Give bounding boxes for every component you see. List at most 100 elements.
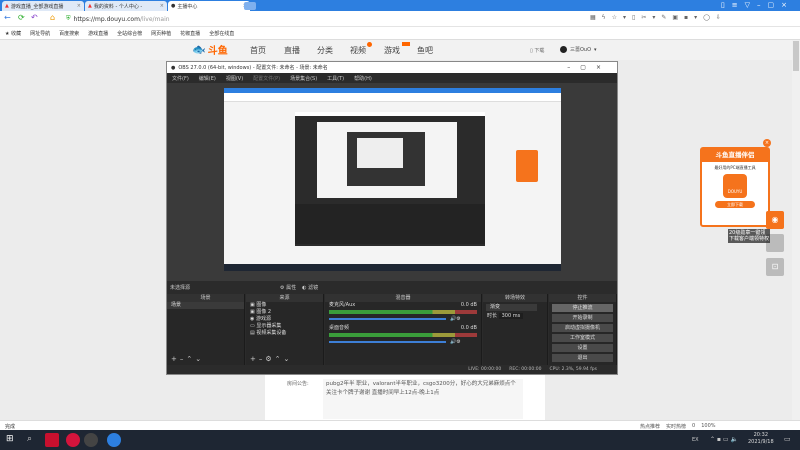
nested-ad <box>516 150 538 182</box>
studio-mode-button[interactable]: 工作室模式 <box>552 334 613 342</box>
tab-game-live[interactable]: ▲ 游戏直播_全部游戏直播 × <box>2 1 84 11</box>
taskbar-app-netease[interactable] <box>66 433 80 447</box>
douyu-icon: ● <box>171 3 176 9</box>
bookmark-favorites[interactable]: ★ 收藏 <box>5 30 21 37</box>
bookmark-item[interactable]: 网页种植 <box>151 30 171 37</box>
nav-category[interactable]: 分类 <box>317 45 333 56</box>
new-tab-button[interactable] <box>244 2 256 10</box>
bookmark-item[interactable]: 花椒直播 <box>180 30 200 37</box>
input-language[interactable]: EX <box>692 437 699 443</box>
companion-ad-card[interactable]: 斗鱼直播伴侣 最好用的PC端直播工具 DOUYU 立即下载 <box>700 147 770 227</box>
announcement-text[interactable]: pubg2年半 职业，valorant半年职业，csgo3200分，好心的大兄弟… <box>323 379 523 419</box>
properties-button[interactable]: ⚙ 属性 <box>280 284 296 291</box>
download-link[interactable]: ▯ 下载 <box>530 47 544 54</box>
user-menu[interactable]: 三蔷OuO ▾ <box>560 46 597 53</box>
obs-preview[interactable] <box>167 83 617 281</box>
bookmark-item[interactable]: 网址导航 <box>30 30 50 37</box>
undo-icon[interactable]: ↶ <box>31 13 38 22</box>
source-add-remove-settings-buttons[interactable]: +–⚙⌃⌄ <box>250 355 292 363</box>
taskbar-app-douyu[interactable] <box>45 433 59 447</box>
home-icon[interactable]: ⌂ <box>50 13 55 22</box>
refresh-icon[interactable]: ⟳ <box>18 13 25 22</box>
nav-games[interactable]: 游戏 <box>384 45 400 56</box>
ad-desc: 最好用的PC端直播工具 <box>714 165 756 170</box>
douyu-icon: ▲ <box>88 3 92 9</box>
speaker-gear-icons[interactable]: 🔊⚙ <box>450 339 461 345</box>
nested-obs-capture <box>295 112 485 246</box>
nav-live[interactable]: 直播 <box>284 45 300 56</box>
obs-status-bar: LIVE: 00:00:00 REC: 00:00:00 CPU: 2.3%, … <box>167 365 617 374</box>
fish-mascot-icon: 🐟 <box>192 43 206 56</box>
scene-item[interactable]: 场景 <box>167 302 244 309</box>
tab-streamer-center[interactable]: ●主播中心× <box>168 1 250 11</box>
menu-edit[interactable]: 编辑(E) <box>199 75 216 82</box>
speaker-gear-icons[interactable]: 🔊⚙ <box>450 316 461 322</box>
transition-select[interactable]: 渐变 <box>486 304 537 311</box>
douyu-logo[interactable]: 🐟 斗鱼 <box>192 42 228 57</box>
announcement-panel: 房间公告: pubg2年半 职业，valorant半年职业，csgo3200分，… <box>265 375 545 420</box>
clock[interactable]: 20:32 2021/9/18 <box>748 432 774 446</box>
nav-fishbar[interactable]: 鱼吧 <box>417 45 433 56</box>
exit-button[interactable]: 退出 <box>552 354 613 362</box>
tab-profile[interactable]: ▲ 我的资料 - 个人中心 - × <box>85 1 167 11</box>
douyu-app-icon: DOUYU <box>723 174 747 198</box>
taskbar-app-browser[interactable] <box>107 433 121 447</box>
desktop-level-meter <box>329 333 477 337</box>
menu-view[interactable]: 视图(V) <box>226 75 243 82</box>
status-bar-tools[interactable]: 热点推荐 实时热榜 0 100% <box>640 423 716 430</box>
secure-shield-icon: ⛨ <box>66 15 71 22</box>
nav-video[interactable]: 视频 <box>350 45 366 56</box>
mic-volume-slider[interactable] <box>329 318 446 320</box>
scrollbar-thumb[interactable] <box>793 41 799 71</box>
source-item[interactable]: ▣ 图像 <box>246 302 323 309</box>
settings-button[interactable]: 设置 <box>552 344 613 352</box>
filters-button[interactable]: ◐ 滤镜 <box>302 284 318 291</box>
mixer-channel-label: 麦克风/Aux 0.0 dB <box>329 302 477 308</box>
bookmark-item[interactable]: 全站综合榜 <box>117 30 142 37</box>
desktop-volume-slider[interactable] <box>329 341 446 343</box>
browser-tab-bar: ▲游戏直播_全部游戏直播× ▲我的资料 - 个人中心 -× ●主播中心× ▯≡▽… <box>0 0 800 11</box>
bookmark-item[interactable]: 游戏直播 <box>88 30 108 37</box>
scenes-dock: 场景 场景 +–⌃⌄ <box>167 294 245 365</box>
page-scrollbar[interactable] <box>792 40 800 420</box>
record-button[interactable]: ◉ <box>766 211 784 229</box>
ad-download-button[interactable]: 立即下载 <box>715 201 755 208</box>
window-controls[interactable]: ▯≡▽–▢× <box>721 1 794 9</box>
ad-title: 斗鱼直播伴侣 <box>702 149 768 162</box>
menu-tools[interactable]: 工具(T) <box>327 75 344 82</box>
scene-add-remove-move-buttons[interactable]: +–⌃⌄ <box>171 355 204 363</box>
preview-capture <box>224 88 561 271</box>
stop-streaming-button[interactable]: 停止推流 <box>552 304 613 312</box>
audio-mixer-dock: 混音器 麦克风/Aux 0.0 dB 🔊⚙ 桌面音频 0.0 dB 🔊⚙ <box>325 294 482 365</box>
toolbar-icons[interactable]: ▦ϟ☆▾▯✂▾✎▣▪▾◯⇩ <box>590 14 727 21</box>
notification-icon[interactable]: ▭ <box>784 435 791 443</box>
ad-close-icon[interactable]: × <box>763 139 771 147</box>
menu-profile[interactable]: 配置文件(P) <box>253 75 280 82</box>
bookmark-item[interactable]: 全部在线直 <box>209 30 234 37</box>
obs-window-controls[interactable]: –▢× <box>567 64 611 71</box>
nav-home[interactable]: 首页 <box>250 45 266 56</box>
virtual-camera-button[interactable]: 启动虚拟摄像机 <box>552 324 613 332</box>
robot-button[interactable]: ⊡ <box>766 258 784 276</box>
source-item[interactable]: ▭ 显示器采集 <box>246 323 323 330</box>
close-tab-icon[interactable]: × <box>160 3 164 9</box>
start-recording-button[interactable]: 开始录制 <box>552 314 613 322</box>
duration-input[interactable]: 300 ms <box>498 313 524 319</box>
windows-start-icon[interactable]: ⊞ <box>6 434 14 444</box>
obs-title-bar: ● OBS 27.0.0 (64-bit, windows) - 配置文件: 未… <box>167 62 617 73</box>
menu-file[interactable]: 文件(F) <box>172 75 189 82</box>
taskbar-app-obs[interactable] <box>84 433 98 447</box>
search-icon[interactable]: ⌕ <box>27 434 32 444</box>
sources-dock: 来源 ▣ 图像 ▣ 图像 2 ◉ 游戏源 ▭ 显示器采集 ▤ 视频采集设备 +–… <box>246 294 324 365</box>
avatar <box>560 46 567 53</box>
source-item[interactable]: ▣ 图像 2 <box>246 309 323 316</box>
tray-icons[interactable]: ⌃ ▪ ▭ 🔈 <box>710 436 738 443</box>
announcement-label: 房间公告: <box>287 381 309 387</box>
source-item[interactable]: ◉ 游戏源 <box>246 316 323 323</box>
menu-scene-collection[interactable]: 场景集合(S) <box>290 75 317 82</box>
menu-help[interactable]: 帮助(H) <box>354 75 372 82</box>
source-item[interactable]: ▤ 视频采集设备 <box>246 330 323 337</box>
close-tab-icon[interactable]: × <box>77 3 81 9</box>
bookmark-item[interactable]: 百度搜索 <box>59 30 79 37</box>
back-icon[interactable]: ← <box>4 13 11 22</box>
